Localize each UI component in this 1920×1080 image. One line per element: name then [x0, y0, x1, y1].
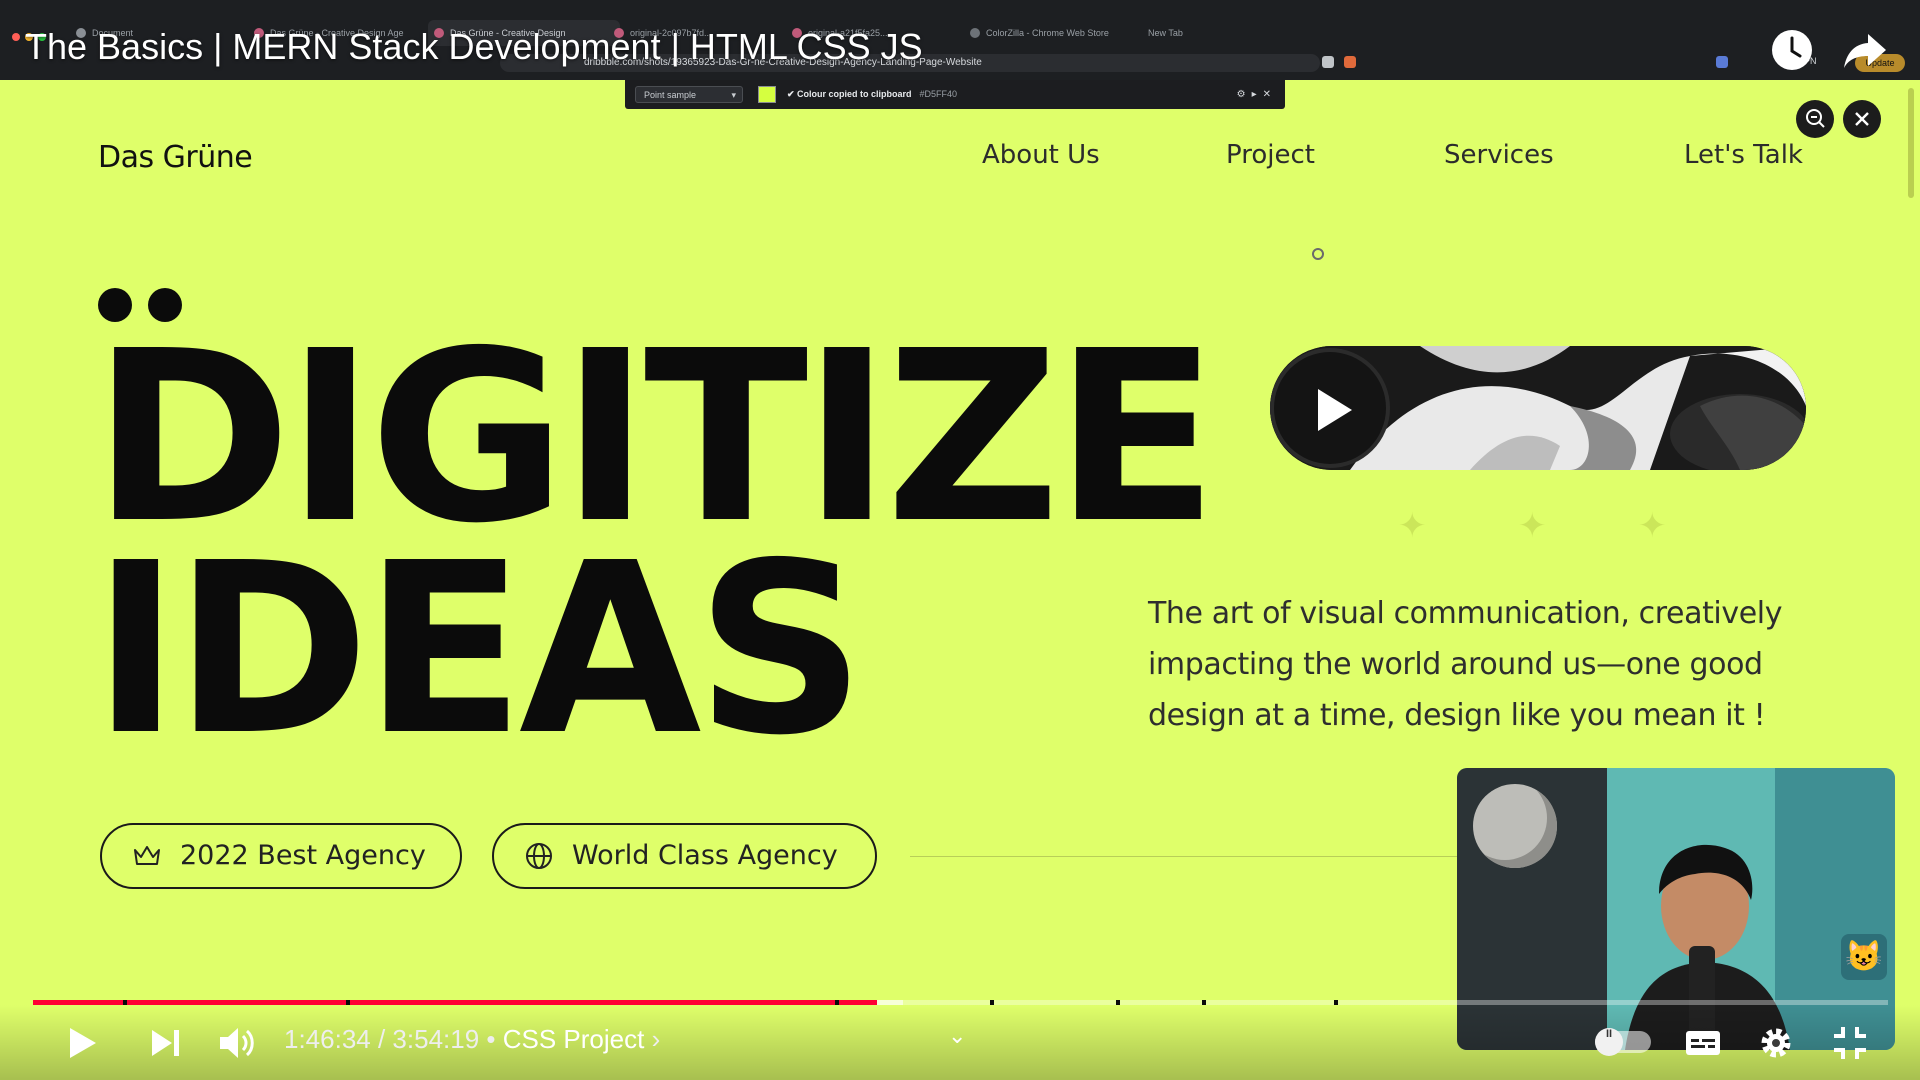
moon-image	[1473, 784, 1557, 868]
play-icon	[70, 1028, 96, 1058]
gear-icon[interactable]: ⚙	[1237, 89, 1252, 100]
tab-label: ColorZilla - Chrome Web Store	[986, 28, 1109, 38]
cat-emoji-icon: 😺	[1841, 934, 1887, 980]
color-swatch[interactable]	[758, 86, 776, 103]
exit-fullscreen-icon[interactable]	[1830, 1022, 1870, 1064]
page-scrollbar[interactable]	[1908, 88, 1914, 198]
chapter-marker	[123, 1000, 127, 1005]
mouse-cursor-icon	[1312, 248, 1324, 260]
crown-icon	[134, 846, 160, 865]
nav-about-us[interactable]: About Us	[982, 140, 1100, 170]
current-time: 1:46:34	[284, 1024, 371, 1054]
chevron-right-icon[interactable]: ›	[644, 1024, 661, 1054]
browser-tab[interactable]: ColorZilla - Chrome Web Store	[964, 20, 1156, 46]
duration: 3:54:19	[392, 1024, 480, 1054]
nav-project[interactable]: Project	[1226, 140, 1315, 170]
volume-icon[interactable]	[216, 1022, 260, 1064]
settings-icon[interactable]	[1756, 1022, 1796, 1064]
nav-services[interactable]: Services	[1444, 140, 1554, 170]
best-agency-badge[interactable]: 2022 Best Agency	[100, 823, 462, 889]
next-button[interactable]	[146, 1022, 186, 1064]
clock-icon[interactable]	[1770, 28, 1814, 72]
play-button[interactable]	[62, 1022, 102, 1064]
chapter-marker	[990, 1000, 994, 1005]
copy-message: Colour copied to clipboard	[797, 89, 912, 99]
chapter-marker	[1202, 1000, 1206, 1005]
play-icon	[1318, 389, 1352, 431]
close-icon	[1855, 112, 1869, 126]
share-icon[interactable]	[1842, 28, 1888, 72]
extension-icon[interactable]	[1716, 56, 1728, 68]
world-class-badge[interactable]: World Class Agency	[492, 823, 877, 889]
check-icon: ✔	[787, 89, 798, 99]
chip-label: World Class Agency	[572, 840, 838, 871]
chapter-marker	[1116, 1000, 1120, 1005]
chip-label: 2022 Best Agency	[180, 840, 426, 871]
chapter-bullet: •	[479, 1024, 503, 1054]
progress-played[interactable]	[33, 1000, 878, 1005]
pause-icon: II	[1595, 1028, 1623, 1056]
brand-logo[interactable]: Das Grüne	[98, 140, 253, 175]
copied-hex-value: #D5FF40	[919, 89, 958, 99]
time-display: 1:46:34 / 3:54:19 • CSS Project ›	[284, 1024, 660, 1055]
divider-line	[910, 856, 1470, 857]
sparkle-icon: ✦	[1518, 506, 1547, 546]
hero-tagline: The art of visual communication, creativ…	[1148, 596, 1783, 733]
chapter-marker	[1334, 1000, 1338, 1005]
play-small-icon[interactable]: ▸	[1252, 89, 1263, 100]
close-button[interactable]	[1843, 100, 1881, 138]
sample-mode-select[interactable]: Point sample	[635, 86, 743, 104]
subtitles-icon[interactable]	[1683, 1022, 1723, 1064]
hero-headline-line2: IDEAS	[92, 512, 866, 787]
tab-favicon-icon	[970, 28, 980, 38]
chevron-down-icon[interactable]: ⌄	[948, 1024, 966, 1049]
globe-icon	[526, 843, 552, 869]
nav-lets-talk[interactable]: Let's Talk	[1684, 140, 1803, 170]
chapter-link[interactable]: CSS Project	[503, 1024, 645, 1054]
colorzilla-toolbar: Point sample ✔ Colour copied to clipboar…	[625, 80, 1285, 109]
chapter-marker	[346, 1000, 350, 1005]
browser-tab[interactable]: New Tab	[1130, 20, 1268, 46]
extension-icon[interactable]	[1344, 56, 1356, 68]
extension-icon[interactable]	[1322, 56, 1334, 68]
sparkle-icon: ✦	[1638, 506, 1667, 546]
time-separator: /	[370, 1024, 393, 1054]
magnifier-icon	[1806, 109, 1825, 128]
tab-label: New Tab	[1148, 28, 1183, 38]
sparkle-icon: ✦	[1398, 506, 1427, 546]
close-icon[interactable]: ✕	[1263, 89, 1277, 100]
zoom-button[interactable]	[1796, 100, 1834, 138]
copy-confirmation: ✔ Colour copied to clipboard #D5FF40	[787, 80, 957, 109]
autoplay-toggle[interactable]: II	[1595, 1028, 1651, 1056]
video-title[interactable]: The Basics | MERN Stack Development | HT…	[25, 26, 923, 68]
chapter-marker	[835, 1000, 839, 1005]
picker-tools[interactable]: ⚙▸✕	[1237, 80, 1277, 109]
